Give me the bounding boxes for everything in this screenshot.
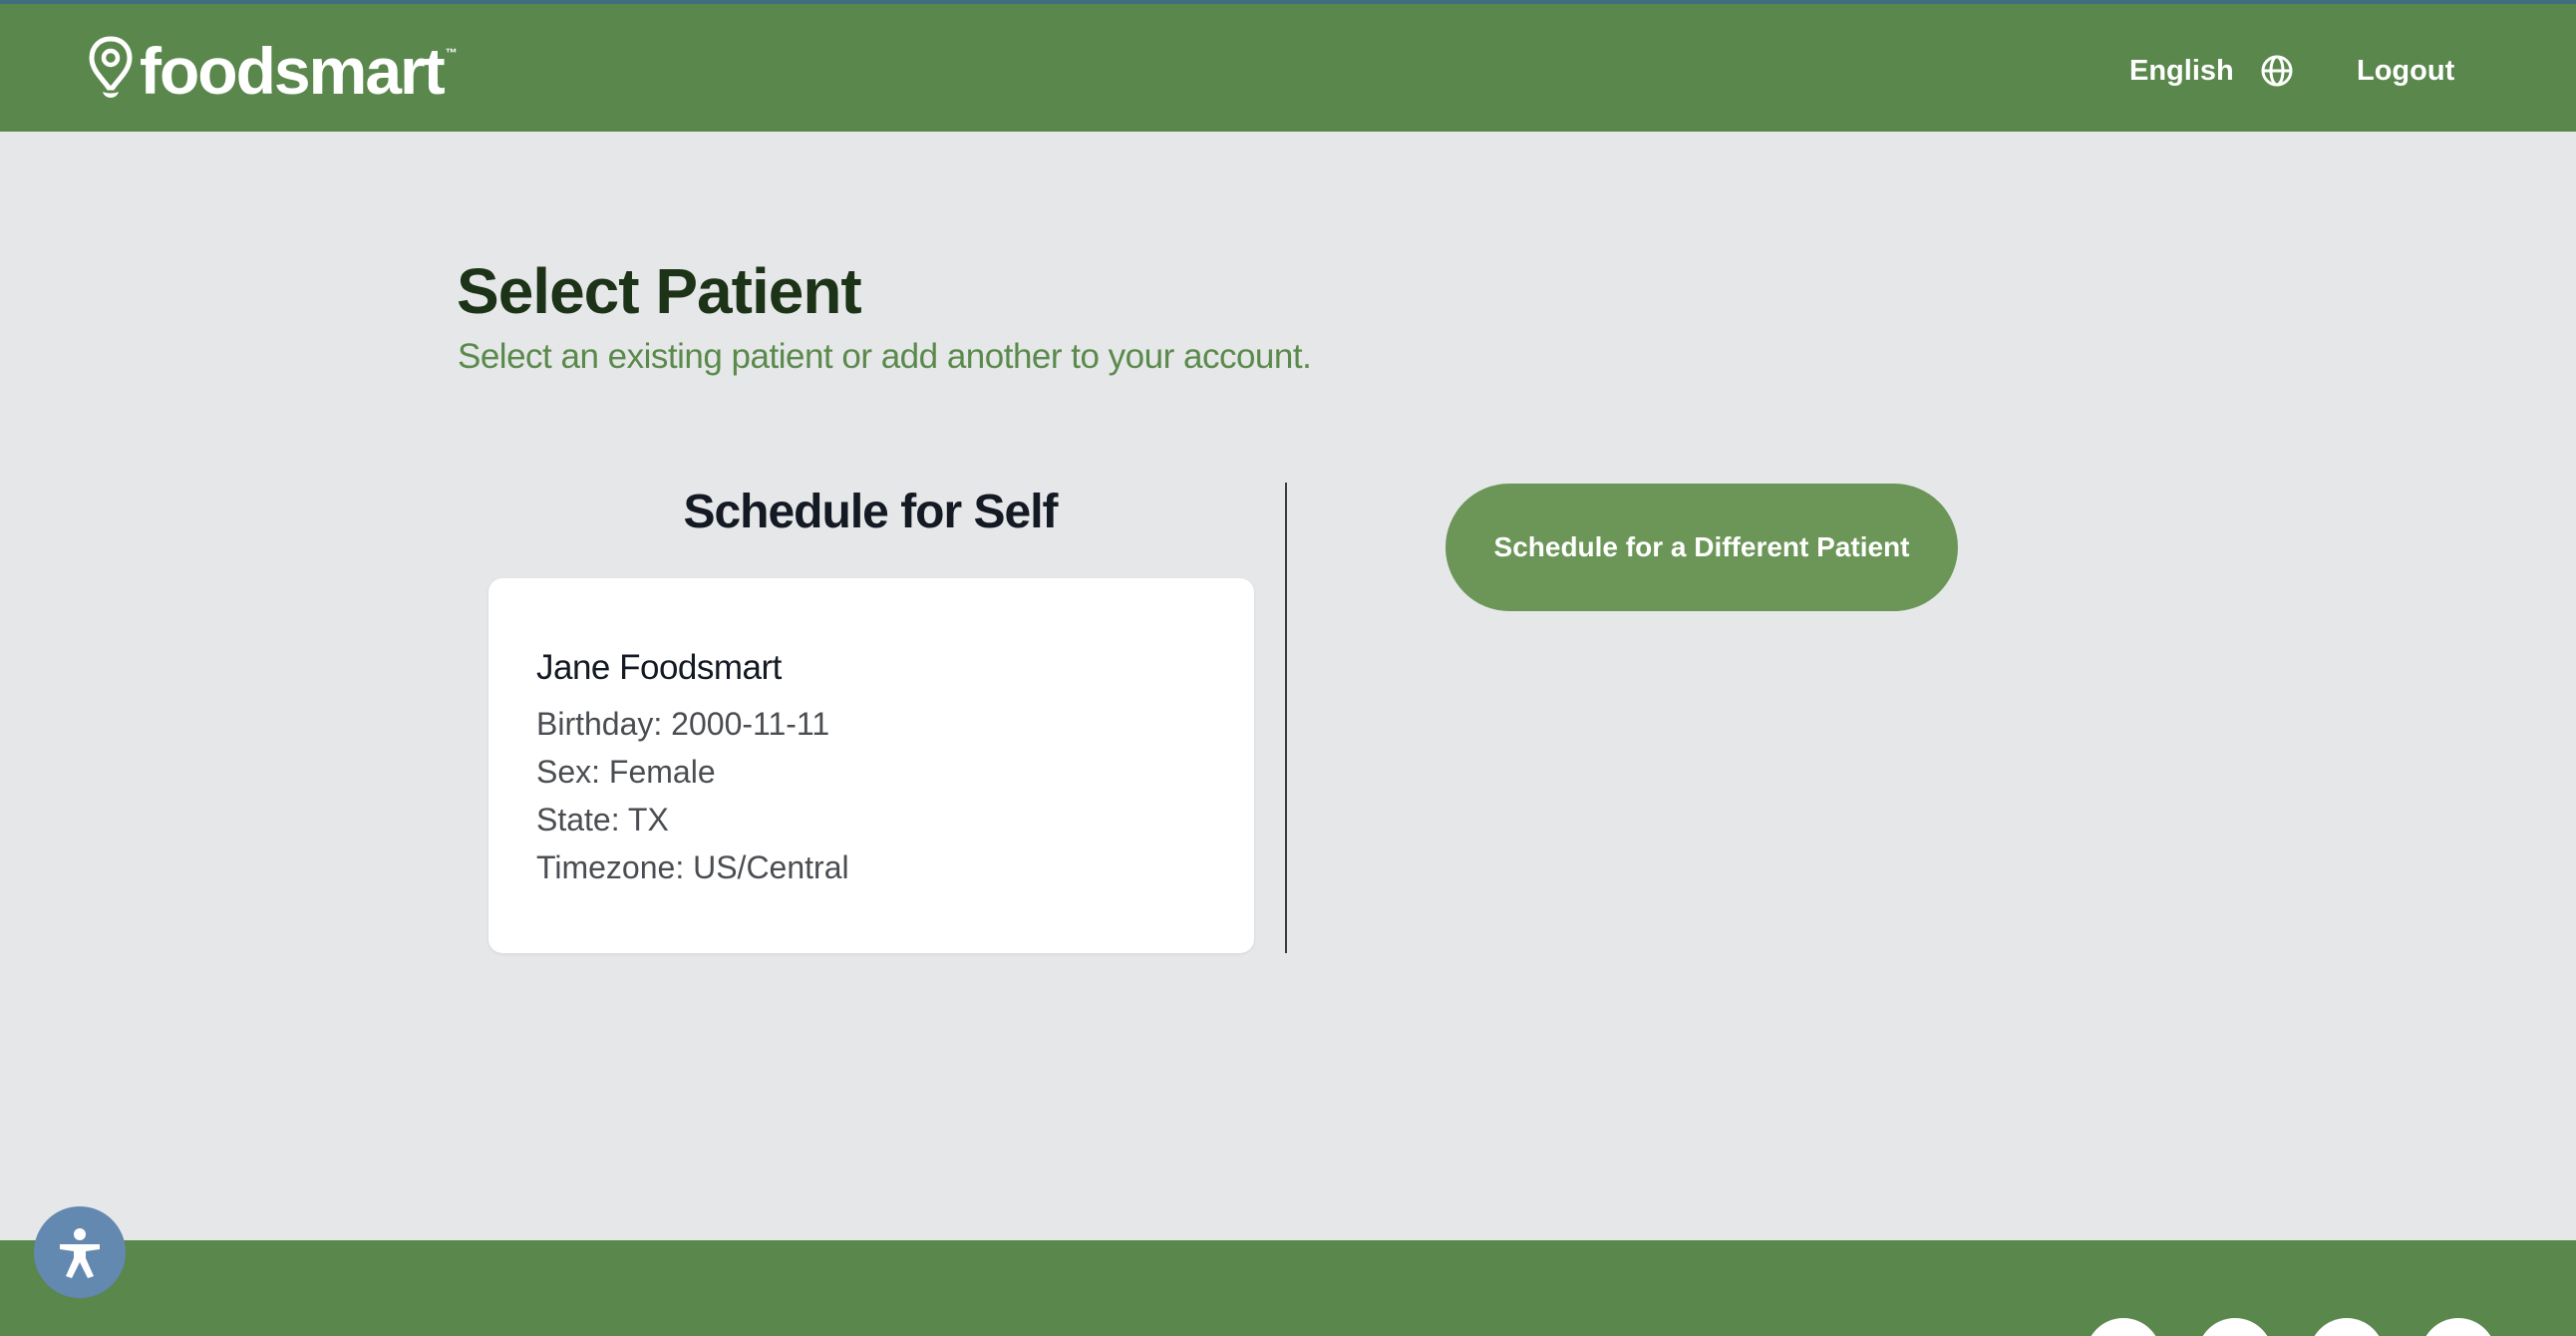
patient-card[interactable]: Jane Foodsmart Birthday: 2000-11-11 Sex:…: [488, 578, 1254, 953]
patient-state: State: TX: [536, 802, 669, 837]
schedule-for-self-heading: Schedule for Self: [683, 486, 1058, 538]
page-subtitle: Select an existing patient or add anothe…: [458, 337, 1312, 376]
section-divider: [1285, 483, 1287, 953]
language-selector[interactable]: English: [2129, 48, 2294, 94]
globe-icon: [2261, 55, 2293, 87]
page-title: Select Patient: [457, 255, 862, 327]
schedule-different-patient-button[interactable]: Schedule for a Different Patient: [1446, 484, 1958, 611]
patient-name: Jane Foodsmart: [536, 648, 782, 687]
header: foodsmart ™ English Logout: [0, 4, 2576, 132]
accessibility-person-icon: [60, 1228, 100, 1278]
patient-timezone: Timezone: US/Central: [536, 849, 849, 885]
logout-link[interactable]: Logout: [2357, 48, 2454, 94]
foodsmart-logo[interactable]: foodsmart ™: [88, 34, 458, 108]
logo-text: foodsmart: [140, 34, 446, 108]
accessibility-button[interactable]: [34, 1206, 126, 1298]
logo-trademark: ™: [445, 46, 458, 60]
page: foodsmart ™ English Logout Select Patien…: [0, 0, 2576, 1336]
patient-sex: Sex: Female: [536, 754, 716, 790]
patient-birthday: Birthday: 2000-11-11: [536, 706, 830, 742]
location-pin-icon: [89, 36, 133, 98]
language-label: English: [2129, 54, 2234, 87]
footer: [0, 1240, 2576, 1336]
